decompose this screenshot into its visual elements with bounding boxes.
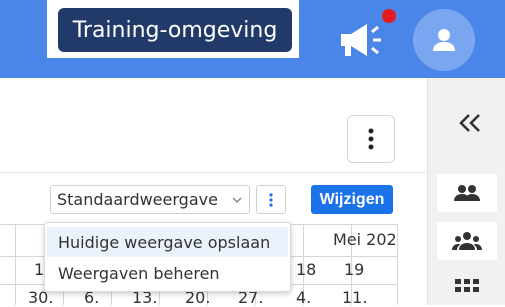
day-cell: 18 [296,260,317,279]
collapse-button[interactable] [452,105,488,141]
vertical-dots-icon [269,192,273,207]
menu-item-save-view[interactable]: Huidige weergave opslaan [47,227,288,257]
megaphone-icon[interactable] [335,18,395,62]
grid-icon [455,278,479,292]
grid-button[interactable] [437,268,497,305]
group-icon [452,232,482,250]
vertical-dots-icon [368,128,374,150]
team-button[interactable] [437,174,497,212]
view-options-button[interactable] [256,185,286,214]
menu-item-manage-views[interactable]: Weergaven beheren [47,258,288,288]
people-icon [454,185,480,201]
groups-button[interactable] [437,222,497,260]
day-cell: 11. [342,288,368,307]
notification-dot [382,9,396,23]
user-avatar[interactable] [413,9,475,71]
more-options-button[interactable] [347,115,395,163]
view-select-value: Standaardweergave [57,190,218,209]
chevron-down-icon [232,197,242,204]
double-chevron-left-icon [459,114,480,132]
divider [0,172,427,173]
day-cell: 19 [344,260,365,279]
user-icon [433,29,455,51]
environment-badge: Training-omgeving [58,8,292,52]
day-cell: 4. [296,288,312,307]
view-options-menu: Huidige weergave opslaan Weergaven beher… [44,222,291,292]
view-select[interactable]: Standaardweergave [50,185,250,214]
month-label: Mei 202 [333,230,397,249]
edit-button[interactable]: Wijzigen [311,185,393,214]
